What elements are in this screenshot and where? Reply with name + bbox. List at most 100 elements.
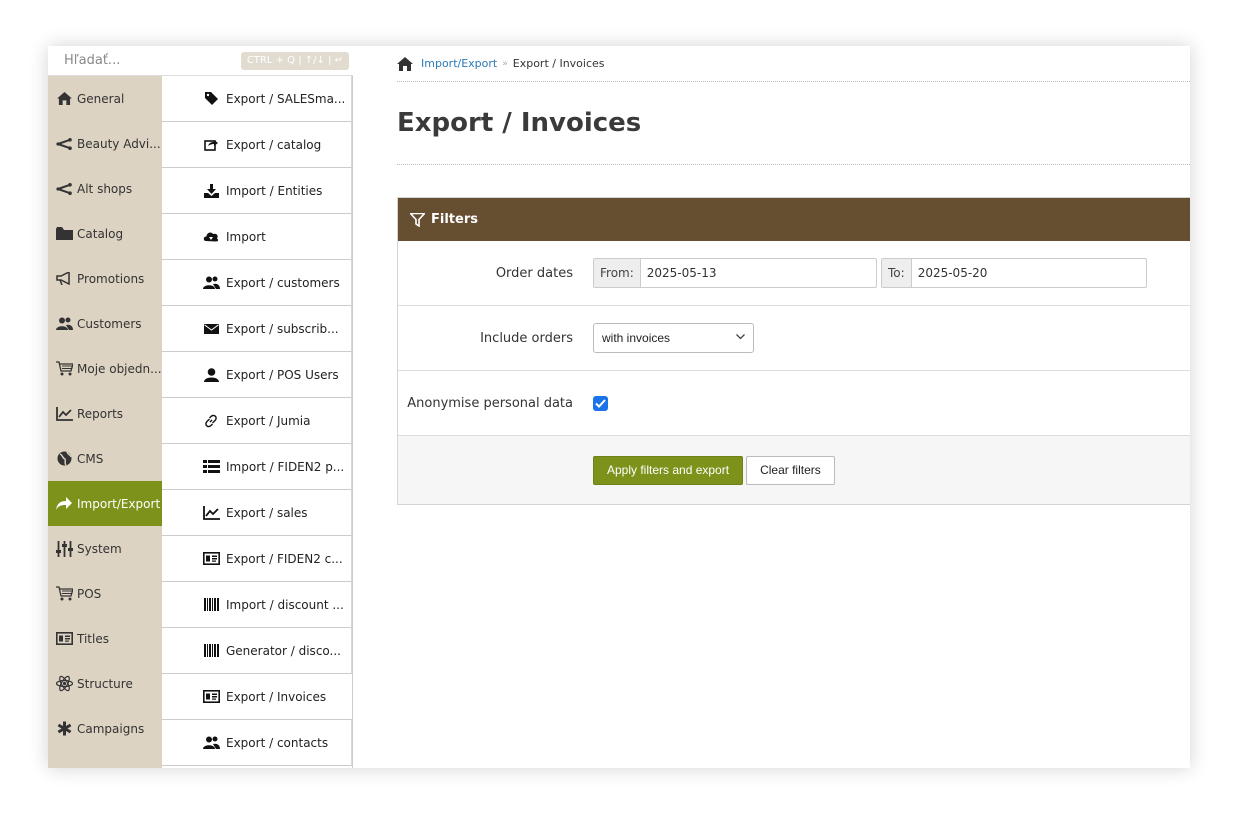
- subnav-item-export-fiden2-c[interactable]: Export / FIDEN2 c...: [162, 536, 352, 582]
- subnav-item-export-jumia[interactable]: Export / Jumia: [162, 398, 352, 444]
- sidebar-item-beauty-advisors[interactable]: Beauty Advi...: [48, 121, 162, 166]
- date-from-input[interactable]: [640, 259, 841, 287]
- sidebar-item-label: CMS: [77, 451, 104, 466]
- sidebar-item-catalog[interactable]: Catalog: [48, 211, 162, 256]
- sidebar-item-pos[interactable]: POS: [48, 571, 162, 616]
- share-arrow-icon: [55, 497, 73, 510]
- subnav-item-label: Export / Jumia: [226, 413, 311, 428]
- subnav-item-import-entities[interactable]: Import / Entities: [162, 168, 352, 214]
- share-icon: [55, 137, 73, 150]
- subnav-item-label: Import: [226, 229, 266, 244]
- search-input[interactable]: [64, 53, 224, 68]
- sliders-icon: [55, 540, 73, 557]
- sidebar-item-import-export[interactable]: Import/Export: [48, 481, 162, 526]
- sidebar-item-structure[interactable]: Structure: [48, 661, 162, 706]
- sidebar-item-customers[interactable]: Customers: [48, 301, 162, 346]
- cart-icon: [55, 586, 73, 601]
- apply-filters-button[interactable]: Apply filters and export: [593, 455, 744, 485]
- date-to-input[interactable]: [911, 259, 1112, 287]
- sidebar-item-label: Promotions: [77, 271, 145, 286]
- subnav-item-export-sales[interactable]: Export / sales: [162, 490, 352, 536]
- subnav-item-export-invoices[interactable]: Export / Invoices: [162, 674, 352, 720]
- subnav-item-export-pos-users[interactable]: Export / POS Users: [162, 352, 352, 398]
- sidebar-item-label: Campaigns: [77, 721, 145, 736]
- sidebar-item-campaigns[interactable]: Campaigns: [48, 706, 162, 751]
- chart-icon: [202, 505, 220, 520]
- app-window: CTRL + Q | ↑/↓ | ↵ General Beauty Advi..…: [48, 46, 1190, 768]
- subnav-item-label: Import / discount ...: [226, 597, 344, 612]
- breadcrumb-link-import-export[interactable]: Import/Export: [421, 57, 497, 70]
- bullhorn-icon: [55, 272, 73, 285]
- include-orders-value: with invoices: [602, 331, 671, 345]
- subnav-item-export-subscribers[interactable]: Export / subscrib...: [162, 306, 352, 352]
- sidebar-item-titles[interactable]: Titles: [48, 616, 162, 661]
- subnav-item-import-discount[interactable]: Import / discount ...: [162, 582, 352, 628]
- date-from-group: From:: [593, 258, 877, 288]
- date-to-addon: To:: [882, 259, 912, 287]
- clear-filters-button[interactable]: Clear filters: [746, 455, 835, 485]
- subnav-item-export-contacts[interactable]: Export / contacts: [162, 720, 352, 766]
- users-icon: [202, 276, 220, 289]
- subnav-item-generator-discount[interactable]: Generator / disco...: [162, 628, 352, 674]
- primary-sidebar: General Beauty Advi... Alt shops Catalog…: [48, 76, 162, 768]
- subnav-item-label: Export / Invoices: [226, 689, 327, 704]
- filters-panel-header: Filters: [398, 198, 1190, 241]
- sidebar-item-label: Alt shops: [77, 181, 133, 196]
- sidebar-item-label: POS: [77, 586, 102, 601]
- user-icon: [202, 367, 220, 382]
- breadcrumb-current: Export / Invoices: [512, 57, 605, 70]
- sidebar-item-system[interactable]: System: [48, 526, 162, 571]
- subnav-item-import[interactable]: Import: [162, 214, 352, 260]
- sidebar-item-promotions[interactable]: Promotions: [48, 256, 162, 301]
- atom-icon: [55, 675, 73, 692]
- subnav-item-label: Import / Entities: [226, 183, 323, 198]
- include-orders-label: Include orders: [480, 330, 573, 346]
- date-from-addon: From:: [594, 259, 641, 287]
- users-icon: [202, 736, 220, 749]
- sidebar-item-alt-shops[interactable]: Alt shops: [48, 166, 162, 211]
- barcode-icon: [202, 598, 220, 611]
- subnav-item-label: Export / POS Users: [226, 367, 339, 382]
- home-icon[interactable]: [397, 56, 421, 71]
- subnav-item-export-customers[interactable]: Export / customers: [162, 260, 352, 306]
- sidebar-item-label: Beauty Advi...: [77, 136, 161, 151]
- subnav-item-label: Export / contacts: [226, 735, 329, 750]
- sidebar-item-label: Structure: [77, 676, 133, 691]
- asterisk-icon: [55, 721, 73, 736]
- id-card-icon: [202, 690, 220, 703]
- page-title: Export / Invoices: [397, 108, 642, 138]
- subnav-item-label: Export / catalog: [226, 137, 322, 152]
- globe-icon: [55, 451, 73, 466]
- subnav-item-label: Export / customers: [226, 275, 340, 290]
- filters-panel-title: Filters: [431, 212, 478, 227]
- sidebar-item-my-orders[interactable]: Moje objedn...: [48, 346, 162, 391]
- order-dates-label: Order dates: [495, 265, 573, 281]
- subnav-item-label: Export / subscrib...: [226, 321, 339, 336]
- tag-icon: [202, 92, 220, 105]
- subnav-item-label: Export / SALESma...: [226, 91, 346, 106]
- main-content: Import/Export » Export / Invoices Export…: [397, 46, 1190, 768]
- checkmark-icon: [595, 398, 606, 408]
- subnav-item-export-catalog[interactable]: Export / catalog: [162, 122, 352, 168]
- home-icon: [55, 92, 73, 105]
- anonymise-label: Anonymise personal data: [407, 395, 573, 411]
- list-icon: [202, 460, 220, 473]
- sidebar-item-cms[interactable]: CMS: [48, 436, 162, 481]
- subnav-item-import-fiden2-p[interactable]: Import / FIDEN2 p...: [162, 444, 352, 490]
- sidebar-item-general[interactable]: General: [48, 76, 162, 121]
- sidebar-item-label: Moje objedn...: [77, 361, 162, 376]
- sidebar-item-reports[interactable]: Reports: [48, 391, 162, 436]
- date-to-group: To:: [881, 258, 1147, 288]
- link-icon: [202, 414, 220, 428]
- include-orders-select[interactable]: with invoices: [593, 323, 754, 353]
- anonymise-checkbox[interactable]: [593, 395, 608, 411]
- sidebar-item-label: Reports: [77, 406, 124, 421]
- breadcrumb: Import/Export » Export / Invoices: [397, 46, 1190, 82]
- chart-icon: [55, 406, 73, 421]
- search-shortcut-hint: CTRL + Q | ↑/↓ | ↵: [240, 52, 349, 70]
- include-orders-row: Include orders with invoices: [398, 306, 1190, 371]
- subnav-item-label: Export / sales: [226, 505, 308, 520]
- barcode-icon: [202, 644, 220, 657]
- anonymise-row: Anonymise personal data: [398, 371, 1190, 436]
- subnav-item-export-salesmanago[interactable]: Export / SALESma...: [162, 76, 352, 122]
